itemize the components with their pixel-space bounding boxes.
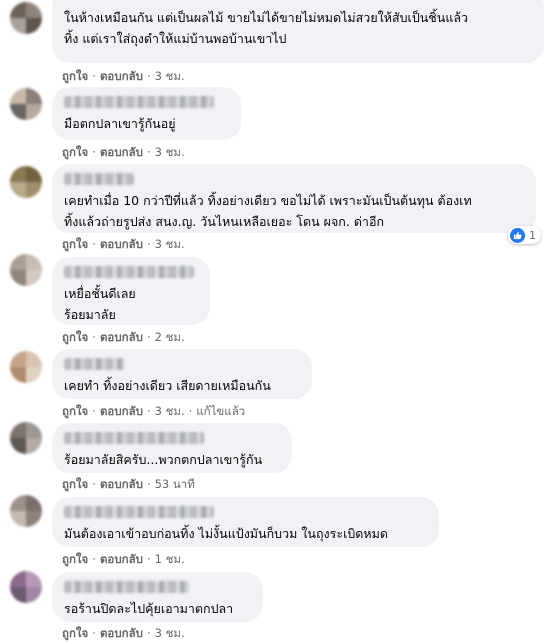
avatar[interactable] (10, 351, 42, 383)
comment-time[interactable]: 3 ชม. (155, 145, 185, 159)
comment-time[interactable]: 3 ชม. (155, 626, 185, 640)
avatar[interactable] (10, 495, 42, 527)
comment-bubble: เคยทำ ทิ้งอย่างเดียว เสียดายเหมือนกัน (52, 349, 312, 399)
comment-text-line: ร้อยมาลัยสิครับ...พวกตกปลาเขารู้กัน (64, 452, 263, 467)
comment-bubble: ในห้างเหมือนกัน แต่เป็นผลไม้ ขายไม่ได้ขา… (52, 0, 544, 63)
comment-bubble: มือตกปลาเขารู้กันอยู่ (52, 87, 241, 140)
comment-time[interactable]: 3 ชม. (155, 69, 185, 83)
comment-text-line: มือตกปลาเขารู้กันอยู่ (64, 116, 176, 131)
reply-button[interactable]: ตอบกลับ (100, 477, 143, 491)
author-name-redacted[interactable] (64, 266, 194, 278)
comment-bubble: เหยื่อชั้นดีเลย ร้อยมาลัย (52, 257, 210, 325)
thumbs-up-icon (510, 227, 525, 243)
author-name-redacted[interactable] (64, 358, 124, 370)
like-button[interactable]: ถูกใจ (62, 237, 88, 251)
comment-actions: ถูกใจ · ตอบกลับ · 3 ชม. (62, 145, 185, 159)
reply-button[interactable]: ตอบกลับ (100, 69, 143, 83)
reply-button[interactable]: ตอบกลับ (100, 552, 143, 566)
comment-bubble: ร้อยมาลัยสิครับ...พวกตกปลาเขารู้กัน (52, 423, 292, 473)
comment-actions: ถูกใจ · ตอบกลับ · 53 นาที (62, 477, 195, 491)
comment-text-line: ในห้างเหมือนกัน แต่เป็นผลไม้ ขายไม่ได้ขา… (64, 10, 469, 25)
avatar[interactable] (10, 571, 42, 603)
comment-bubble: เคยทำเมื่อ 10 กว่าปีที่แล้ว ทิ้งอย่างเดี… (52, 164, 536, 233)
like-button[interactable]: ถูกใจ (62, 69, 88, 83)
avatar[interactable] (10, 422, 42, 454)
avatar[interactable] (10, 254, 42, 286)
comment-bubble: รอร้านปิดละไปคุ้ยเอามาตกปลา (52, 572, 263, 622)
comment-text-line: เหยื่อชั้นดีเลย (64, 286, 136, 301)
comment-actions: ถูกใจ · ตอบกลับ · 3 ชม. · แก้ไขแล้ว (62, 404, 246, 418)
comment-time[interactable]: 1 ชม. (155, 552, 185, 566)
comment-actions: ถูกใจ · ตอบกลับ · 3 ชม. (62, 626, 185, 640)
like-button[interactable]: ถูกใจ (62, 552, 88, 566)
avatar[interactable] (10, 2, 42, 34)
author-name-redacted[interactable] (64, 581, 189, 593)
reaction-number: 1 (529, 228, 536, 242)
comment-actions: ถูกใจ · ตอบกลับ · 3 ชม. (62, 69, 185, 83)
comment-actions: ถูกใจ · ตอบกลับ · 2 ชม. (62, 330, 185, 344)
comment-text-line: ทิ้ง แต่เราใส่ถุงดำให้แม่บ้านพอบ้านเขาไป (64, 31, 287, 46)
reply-button[interactable]: ตอบกลับ (100, 626, 143, 640)
comment-text-line: มันต้องเอาเข้าอบก่อนทิ้ง ไม่งั้นแป้งมันก… (64, 526, 388, 541)
avatar[interactable] (10, 88, 42, 120)
comment-text-line: เคยทำเมื่อ 10 กว่าปีที่แล้ว ทิ้งอย่างเดี… (64, 193, 472, 208)
comment-text-line: ร้อยมาลัย (64, 307, 116, 322)
reaction-count[interactable]: 1 (508, 226, 541, 244)
comment-text-line: เคยทำ ทิ้งอย่างเดียว เสียดายเหมือนกัน (64, 378, 271, 393)
comment-text-line: รอร้านปิดละไปคุ้ยเอามาตกปลา (64, 601, 234, 616)
comment-time[interactable]: 2 ชม. (155, 330, 185, 344)
reply-button[interactable]: ตอบกลับ (100, 330, 143, 344)
like-button[interactable]: ถูกใจ (62, 626, 88, 640)
reply-button[interactable]: ตอบกลับ (100, 145, 143, 159)
edited-label[interactable]: แก้ไขแล้ว (196, 404, 245, 418)
like-button[interactable]: ถูกใจ (62, 404, 88, 418)
comment-time[interactable]: 53 นาที (155, 477, 195, 491)
comment-time[interactable]: 3 ชม. (155, 237, 185, 251)
comment-bubble: มันต้องเอาเข้าอบก่อนทิ้ง ไม่งั้นแป้งมันก… (52, 497, 439, 547)
like-button[interactable]: ถูกใจ (62, 330, 88, 344)
author-name-redacted[interactable] (64, 173, 134, 185)
comment-actions: ถูกใจ · ตอบกลับ · 3 ชม. (62, 237, 185, 251)
avatar[interactable] (10, 166, 42, 198)
author-name-redacted[interactable] (64, 96, 214, 108)
like-button[interactable]: ถูกใจ (62, 477, 88, 491)
author-name-redacted[interactable] (64, 432, 204, 444)
comment-time[interactable]: 3 ชม. (155, 404, 185, 418)
comment-text-line: ทิ้งแล้วถ่ายรูปส่ง สนง.ญ. วันไหนเหลือเยอ… (64, 214, 385, 229)
author-name-redacted[interactable] (64, 506, 214, 518)
reply-button[interactable]: ตอบกลับ (100, 237, 143, 251)
like-button[interactable]: ถูกใจ (62, 145, 88, 159)
comment-actions: ถูกใจ · ตอบกลับ · 1 ชม. (62, 552, 185, 566)
reply-button[interactable]: ตอบกลับ (100, 404, 143, 418)
